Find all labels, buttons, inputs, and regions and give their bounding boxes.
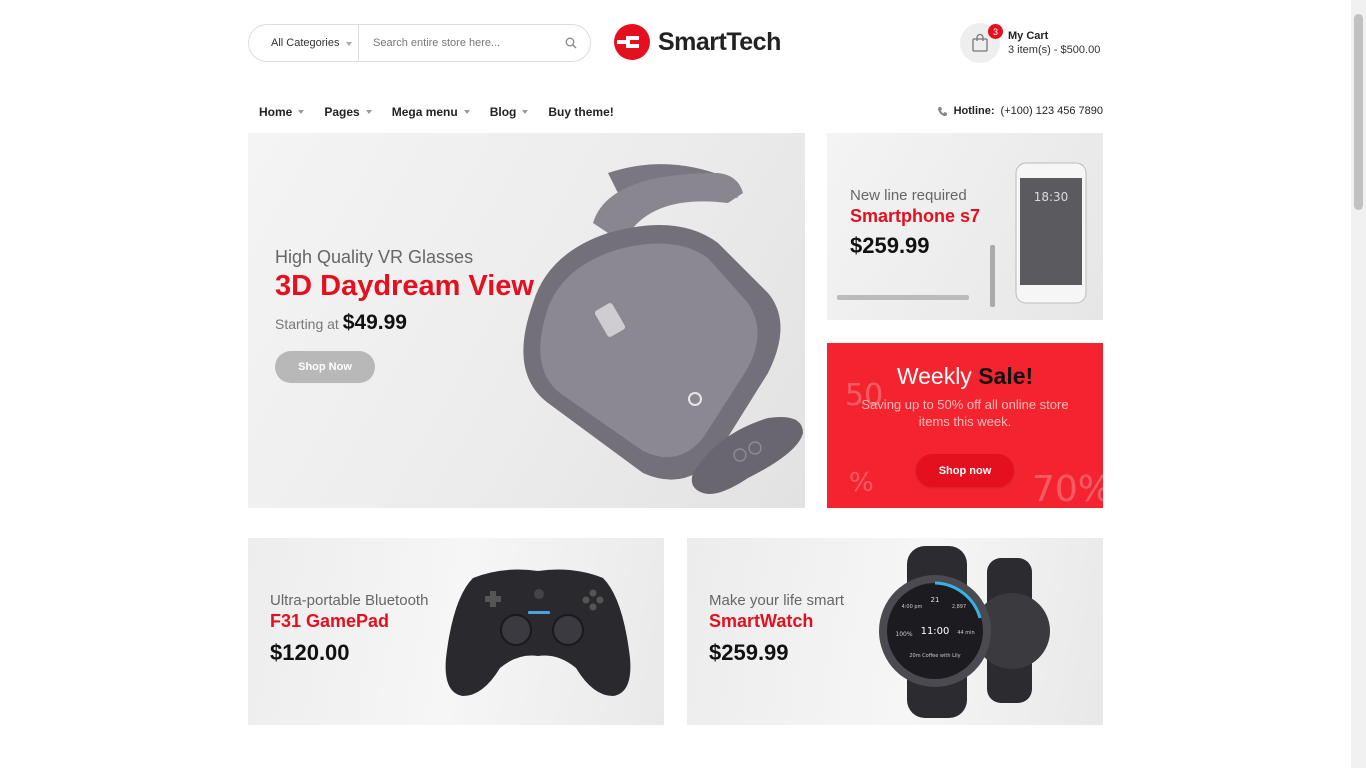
nav-item-label: Blog	[489, 105, 517, 119]
starting-at-label: Starting at	[275, 316, 339, 332]
banner-price: $120.00	[270, 640, 350, 665]
search-icon	[565, 37, 577, 49]
chevron-down-icon	[298, 110, 305, 114]
cart[interactable]: 3 My Cart 3 item(s) - $500.00	[960, 23, 1100, 63]
nav-item-label: Buy theme!	[548, 105, 614, 119]
svg-text:4:00 pm: 4:00 pm	[902, 604, 923, 610]
sale-title-b: Sale!	[978, 363, 1034, 389]
banner-subtitle: High Quality VR Glasses	[275, 247, 474, 267]
svg-text:21: 21	[931, 596, 940, 604]
chevron-down-icon	[365, 110, 372, 114]
search-input[interactable]	[359, 25, 552, 61]
scrollbar-thumb[interactable]	[1354, 14, 1363, 210]
logo-text: SmartTech	[658, 27, 781, 56]
svg-text:18:30: 18:30	[1034, 190, 1069, 204]
category-select[interactable]: All Categories	[249, 25, 359, 61]
svg-text:20m Coffee with Lily: 20m Coffee with Lily	[909, 653, 960, 659]
hotline-number[interactable]: (+100) 123 456 7890	[1001, 105, 1103, 117]
shop-now-button[interactable]: Shop now	[916, 454, 1014, 487]
hotline: Hotline: (+100) 123 456 7890	[937, 105, 1103, 117]
banner-sale-text: Weekly Sale! Saving up to 50% off all on…	[827, 363, 1103, 487]
cart-button[interactable]: 3	[960, 23, 1003, 63]
svg-text:11:00: 11:00	[921, 626, 950, 637]
svg-text:100%: 100%	[895, 631, 912, 638]
banner-weekly-sale[interactable]: 50 70% % Weekly Sale! Saving up to 50% o…	[827, 343, 1103, 508]
banner-price: $49.99	[342, 311, 407, 334]
banner-title: Smartphone s7	[850, 206, 981, 226]
phone-icon	[937, 106, 947, 116]
banner-price: $259.99	[850, 233, 930, 258]
logo[interactable]: SmartTech	[614, 24, 781, 60]
banner-price-line: Starting at $49.99	[275, 311, 534, 335]
banner-description: Saving up to 50% off all online store it…	[861, 397, 1069, 429]
category-select-label: All Categories	[271, 37, 340, 49]
nav-item-label: Pages	[324, 105, 360, 119]
cart-count-badge: 3	[988, 24, 1003, 39]
nav-item-pages[interactable]: Pages	[324, 104, 372, 120]
nav-item-home[interactable]: Home	[259, 104, 305, 120]
cart-summary: 3 item(s) - $500.00	[1008, 44, 1101, 56]
banner-smartwatch[interactable]: 11:00 21 4:00 pm 2,897 100% 44 min 20m C…	[687, 538, 1103, 725]
banner-gamepad[interactable]: Ultra-portable Bluetooth F31 GamePad $12…	[248, 538, 664, 725]
search-bar: All Categories	[248, 24, 591, 62]
cart-title: My Cart	[1008, 30, 1049, 42]
banner-smartphone-text: New line required Smartphone s7 $259.99	[850, 187, 980, 259]
page: All Categories SmartTech 3 My Cart 3 ite…	[0, 0, 1366, 768]
shop-now-button[interactable]: Shop Now	[275, 351, 375, 383]
chevron-down-icon	[522, 110, 529, 114]
banner-title: SmartWatch	[709, 611, 814, 631]
nav-item-mega-menu[interactable]: Mega menu	[392, 104, 470, 120]
nav-item-label: Home	[259, 105, 293, 119]
chevron-down-icon	[346, 42, 352, 46]
banner-title: Weekly Sale!	[827, 363, 1103, 390]
cart-info: My Cart 3 item(s) - $500.00	[1008, 30, 1100, 56]
nav-item-blog[interactable]: Blog	[490, 104, 529, 120]
page-scrollbar[interactable]	[1351, 0, 1366, 768]
search-button[interactable]	[552, 25, 590, 61]
svg-text:2,897: 2,897	[952, 604, 966, 610]
banner-smartwatch-text: Make your life smart SmartWatch $259.99	[709, 592, 844, 666]
banner-subtitle: Ultra-portable Bluetooth	[270, 592, 429, 609]
banner-vr-text: High Quality VR Glasses 3D Daydream View…	[275, 247, 534, 335]
chevron-down-icon	[463, 110, 470, 114]
svg-text:44 min: 44 min	[957, 630, 974, 636]
banner-subtitle: New line required	[850, 187, 967, 204]
nav-item-buy-theme[interactable]: Buy theme!	[548, 104, 613, 120]
shopping-bag-icon	[972, 33, 988, 52]
banner-subtitle: Make your life smart	[709, 592, 845, 609]
nav-item-label: Mega menu	[391, 105, 458, 119]
banner-gamepad-text: Ultra-portable Bluetooth F31 GamePad $12…	[270, 592, 428, 666]
main-nav: Home Pages Mega menu Blog Buy theme!	[259, 104, 614, 120]
banner-title: F31 GamePad	[270, 611, 390, 631]
banner-title: 3D Daydream View	[275, 270, 534, 302]
hotline-label: Hotline:	[953, 105, 995, 117]
sale-title-a: Weekly	[896, 363, 972, 389]
logo-mark-icon	[614, 24, 650, 60]
banner-vr[interactable]: High Quality VR Glasses 3D Daydream View…	[248, 133, 805, 508]
banner-price: $259.99	[709, 640, 789, 665]
banner-smartphone[interactable]: 18:30 New line required Smartphone s7 $2…	[827, 133, 1103, 320]
